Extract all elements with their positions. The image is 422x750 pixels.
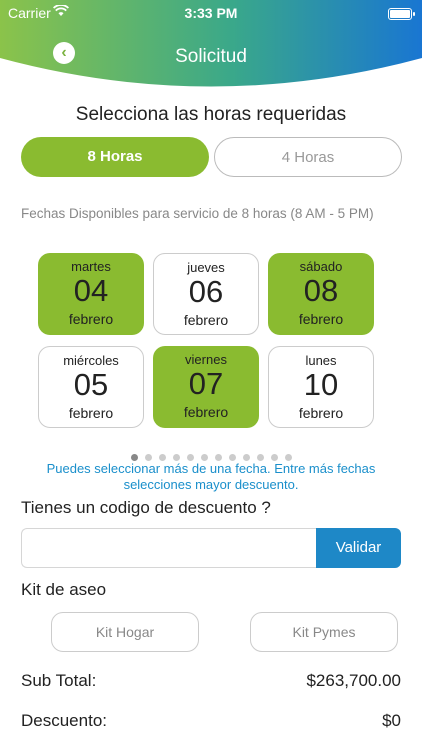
- page-dot[interactable]: [158, 454, 166, 461]
- date-card[interactable]: martes 04 febrero: [38, 253, 144, 335]
- date-month: febrero: [298, 405, 344, 421]
- subtotal-value: $263,700.00: [306, 671, 401, 690]
- page-dot[interactable]: [144, 454, 152, 461]
- kit-pymes-button[interactable]: Kit Pymes: [250, 612, 398, 652]
- date-number: 10: [303, 367, 339, 402]
- discount-amount-label: Descuento:: [21, 711, 107, 730]
- subtotal-label: Sub Total:: [21, 671, 97, 690]
- date-number: 05: [73, 367, 109, 402]
- hint-text: Puedes seleccionar más de una fecha. Ent…: [46, 461, 376, 492]
- date-number: 07: [188, 366, 224, 401]
- discount-code-input[interactable]: [21, 528, 317, 568]
- date-day-name: viernes: [185, 352, 227, 367]
- date-day-name: miércoles: [63, 353, 119, 368]
- date-month: febrero: [68, 405, 114, 421]
- date-day-name: lunes: [305, 353, 337, 368]
- hours-4-button[interactable]: 4 Horas: [214, 137, 402, 177]
- header-bar: Carrier 3:33 PM ‹ Solicitud: [0, 0, 422, 90]
- page-dot[interactable]: [214, 454, 222, 461]
- kit-label: Kit de aseo: [21, 580, 107, 599]
- date-day-name: martes: [71, 259, 111, 274]
- date-number: 04: [73, 273, 109, 308]
- battery-icon: [388, 8, 415, 20]
- page-dot[interactable]: [284, 454, 292, 461]
- date-number: 06: [188, 274, 224, 309]
- hours-8-button[interactable]: 8 Horas: [21, 137, 209, 177]
- discount-amount-value: $0: [382, 711, 401, 730]
- validate-button[interactable]: Validar: [316, 528, 401, 568]
- availability-text: Fechas Disponibles para servicio de 8 ho…: [21, 206, 374, 221]
- date-day-name: jueves: [187, 260, 225, 275]
- page-dot[interactable]: [228, 454, 236, 461]
- date-card[interactable]: lunes 10 febrero: [268, 346, 374, 428]
- date-month: febrero: [68, 311, 114, 327]
- page-dot[interactable]: [130, 454, 138, 461]
- discount-label: Tienes un codigo de descuento ?: [21, 498, 271, 517]
- status-bar: Carrier 3:33 PM: [0, 3, 422, 23]
- page-dot[interactable]: [186, 454, 194, 461]
- kit-hogar-button[interactable]: Kit Hogar: [51, 612, 199, 652]
- date-day-name: sábado: [299, 259, 343, 274]
- page-dot[interactable]: [270, 454, 278, 461]
- date-number: 08: [303, 273, 339, 308]
- date-month: febrero: [183, 312, 229, 328]
- hours-heading: Selecciona las horas requeridas: [75, 104, 347, 125]
- date-card[interactable]: sábado 08 febrero: [268, 253, 374, 335]
- date-card[interactable]: jueves 06 febrero: [153, 253, 259, 335]
- page-dot[interactable]: [256, 454, 264, 461]
- page-indicator[interactable]: [0, 448, 422, 461]
- clock: 3:33 PM: [184, 5, 238, 21]
- date-card[interactable]: viernes 07 febrero: [153, 346, 259, 428]
- page-title: Solicitud: [175, 46, 247, 67]
- page-dot[interactable]: [200, 454, 208, 461]
- page-dot[interactable]: [242, 454, 250, 461]
- date-month: febrero: [298, 311, 344, 327]
- date-card[interactable]: miércoles 05 febrero: [38, 346, 144, 428]
- page-dot[interactable]: [172, 454, 180, 461]
- date-month: febrero: [183, 404, 229, 420]
